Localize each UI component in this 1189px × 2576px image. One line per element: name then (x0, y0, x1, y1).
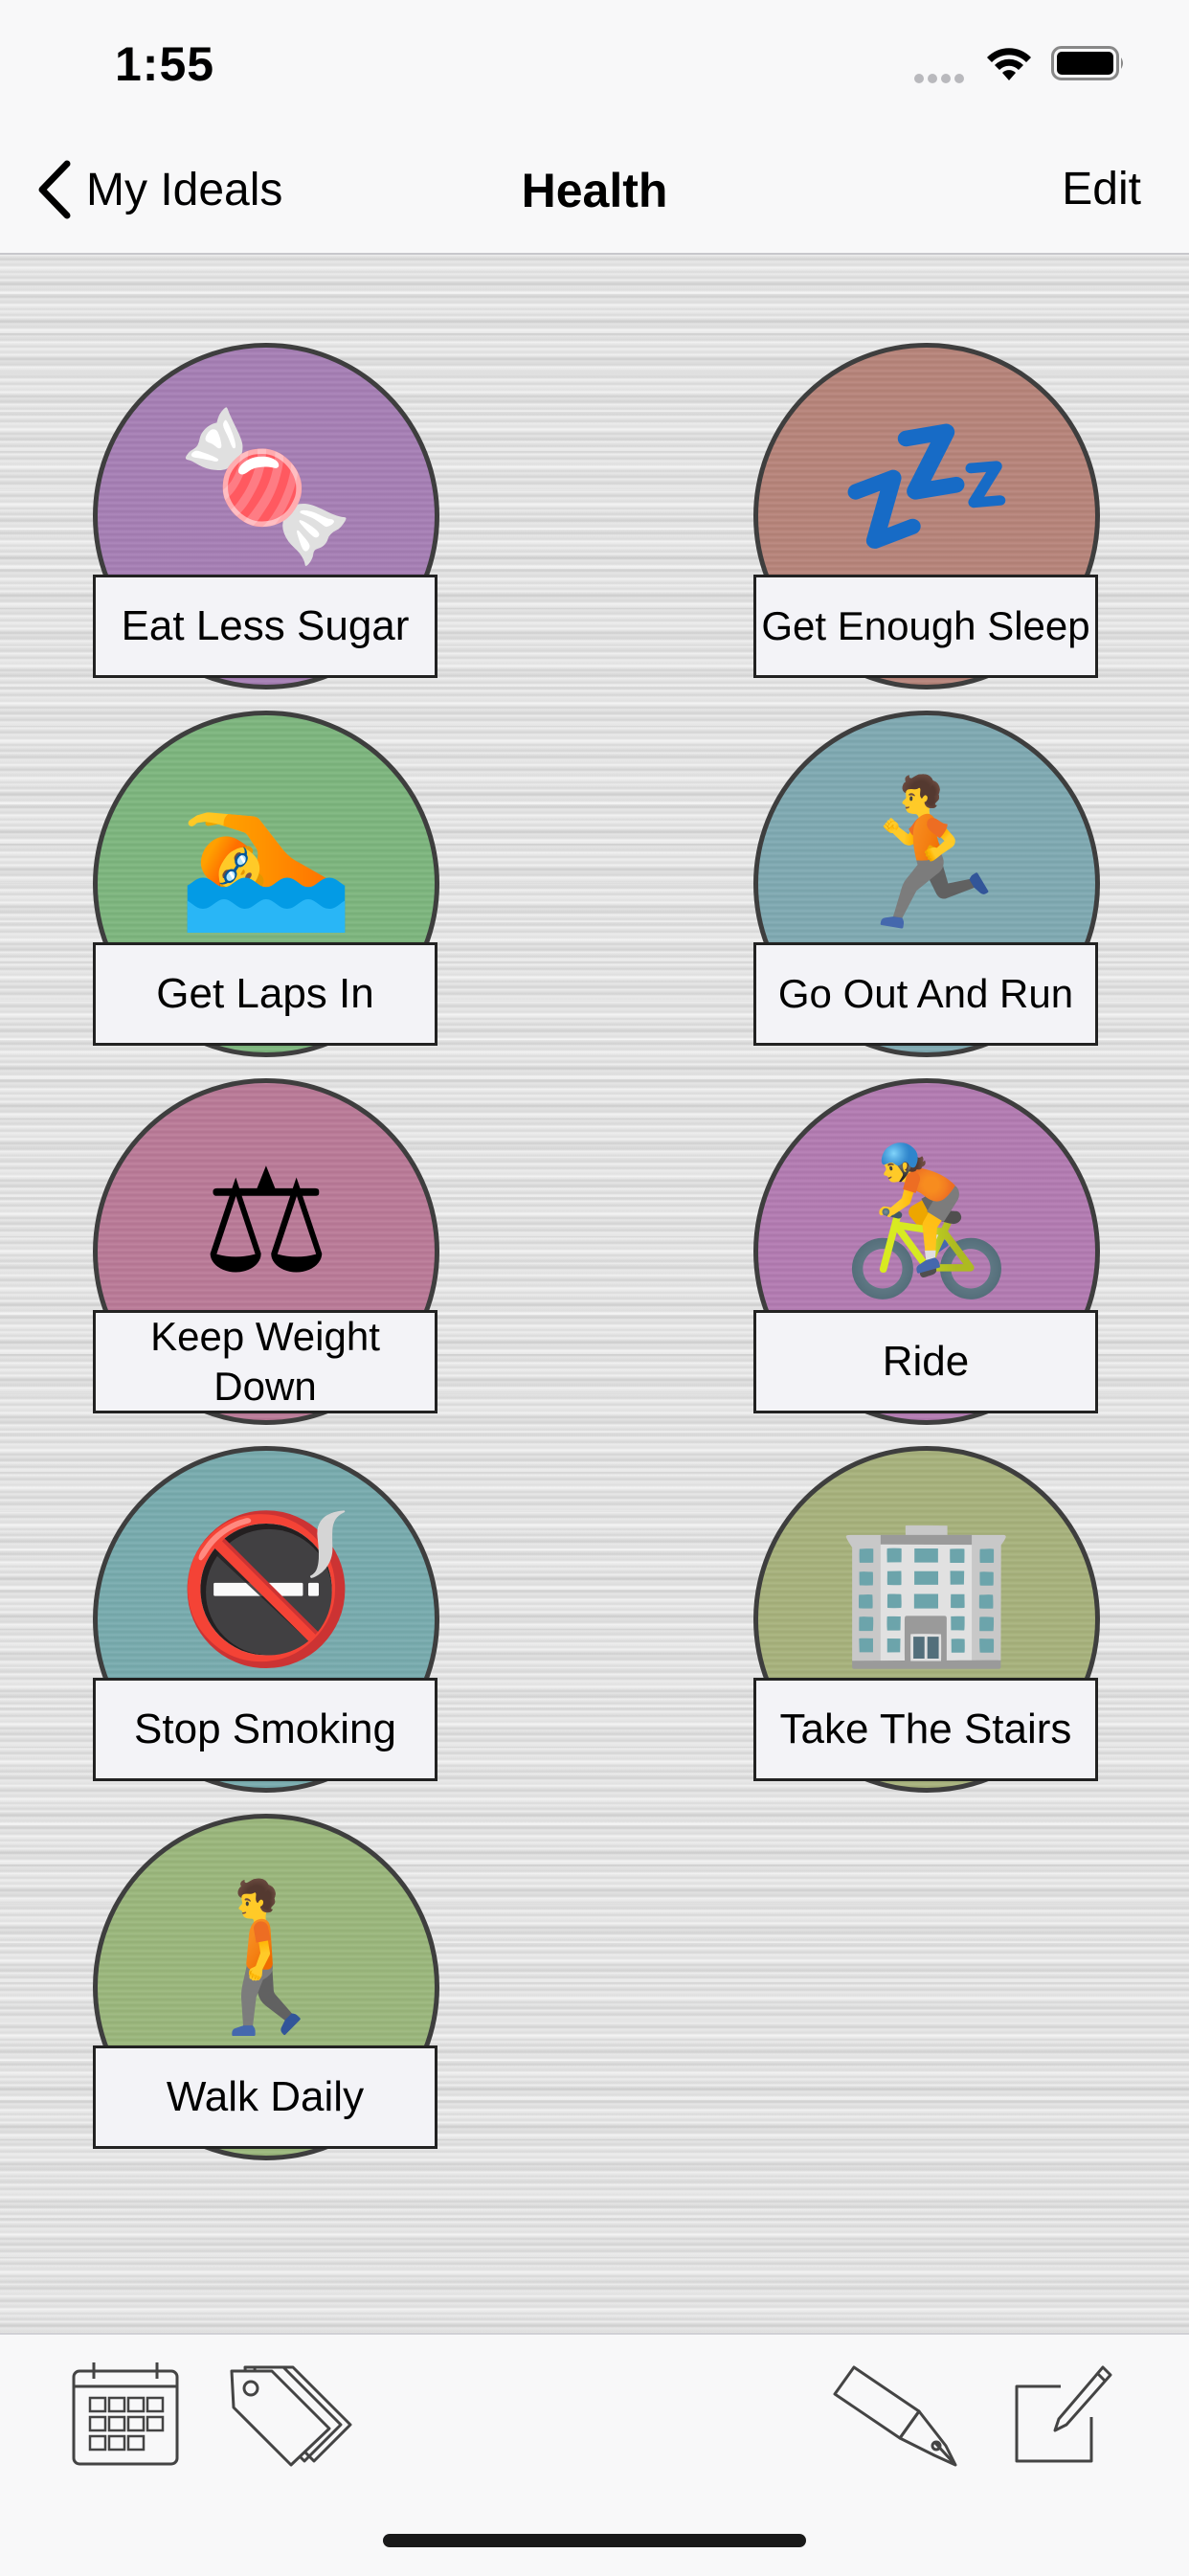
no-smoking-icon: 🚭 (176, 1506, 356, 1673)
ideal-tile[interactable]: ⚖ Keep Weight Down (93, 1078, 439, 1425)
ideal-tile[interactable]: 🏊 Get Laps In (93, 711, 439, 1057)
edit-button[interactable]: Edit (1062, 163, 1141, 215)
signal-icon (914, 71, 970, 83)
navigation-bar: My Ideals Health Edit (0, 124, 1189, 255)
tile-label: Take The Stairs (753, 1678, 1098, 1781)
tile-label: Get Laps In (93, 942, 437, 1046)
swimmer-icon: 🏊 (176, 771, 356, 938)
status-time: 1:55 (115, 37, 215, 91)
office-building-icon: 🏢 (837, 1506, 1017, 1673)
fountain-pen-icon[interactable] (831, 2361, 961, 2469)
ideal-tile[interactable]: 🏢 Take The Stairs (753, 1446, 1100, 1793)
ideal-tile[interactable]: 🏃 Go Out And Run (753, 711, 1100, 1057)
tile-label: Stop Smoking (93, 1678, 437, 1781)
scale-icon: ⚖ (201, 1139, 331, 1305)
cyclist-icon: 🚴 (837, 1139, 1017, 1305)
sleep-zzz-icon: 💤 (837, 403, 1017, 570)
runner-icon: 🏃 (837, 771, 1017, 938)
ideal-tile[interactable]: 🚴 Ride (753, 1078, 1100, 1425)
battery-icon (1051, 46, 1123, 80)
tags-icon[interactable] (226, 2361, 358, 2469)
tile-label: Go Out And Run (753, 942, 1098, 1046)
walker-icon: 🚶 (176, 1874, 356, 2041)
ideal-tile[interactable]: 🍬 Eat Less Sugar (93, 343, 439, 689)
home-indicator (383, 2534, 806, 2547)
ideal-tile[interactable]: 💤 Get Enough Sleep (753, 343, 1100, 689)
status-bar: 1:55 (0, 0, 1189, 124)
tile-label: Ride (753, 1310, 1098, 1413)
candy-icon: 🍬 (176, 403, 356, 570)
ideals-grid: 🍬 Eat Less Sugar 💤 Get Enough Sleep 🏊 Ge… (0, 255, 1189, 2333)
tile-label: Eat Less Sugar (93, 575, 437, 678)
compose-icon[interactable] (1013, 2361, 1114, 2467)
tile-label: Walk Daily (93, 2045, 437, 2149)
ideal-tile[interactable]: 🚭 Stop Smoking (93, 1446, 439, 1793)
tile-label: Get Enough Sleep (753, 575, 1098, 678)
wifi-icon (987, 48, 1031, 80)
calendar-icon[interactable] (71, 2360, 180, 2467)
ideal-tile[interactable]: 🚶 Walk Daily (93, 1814, 439, 2160)
tile-label: Keep Weight Down (93, 1310, 437, 1413)
page-title: Health (521, 164, 668, 217)
